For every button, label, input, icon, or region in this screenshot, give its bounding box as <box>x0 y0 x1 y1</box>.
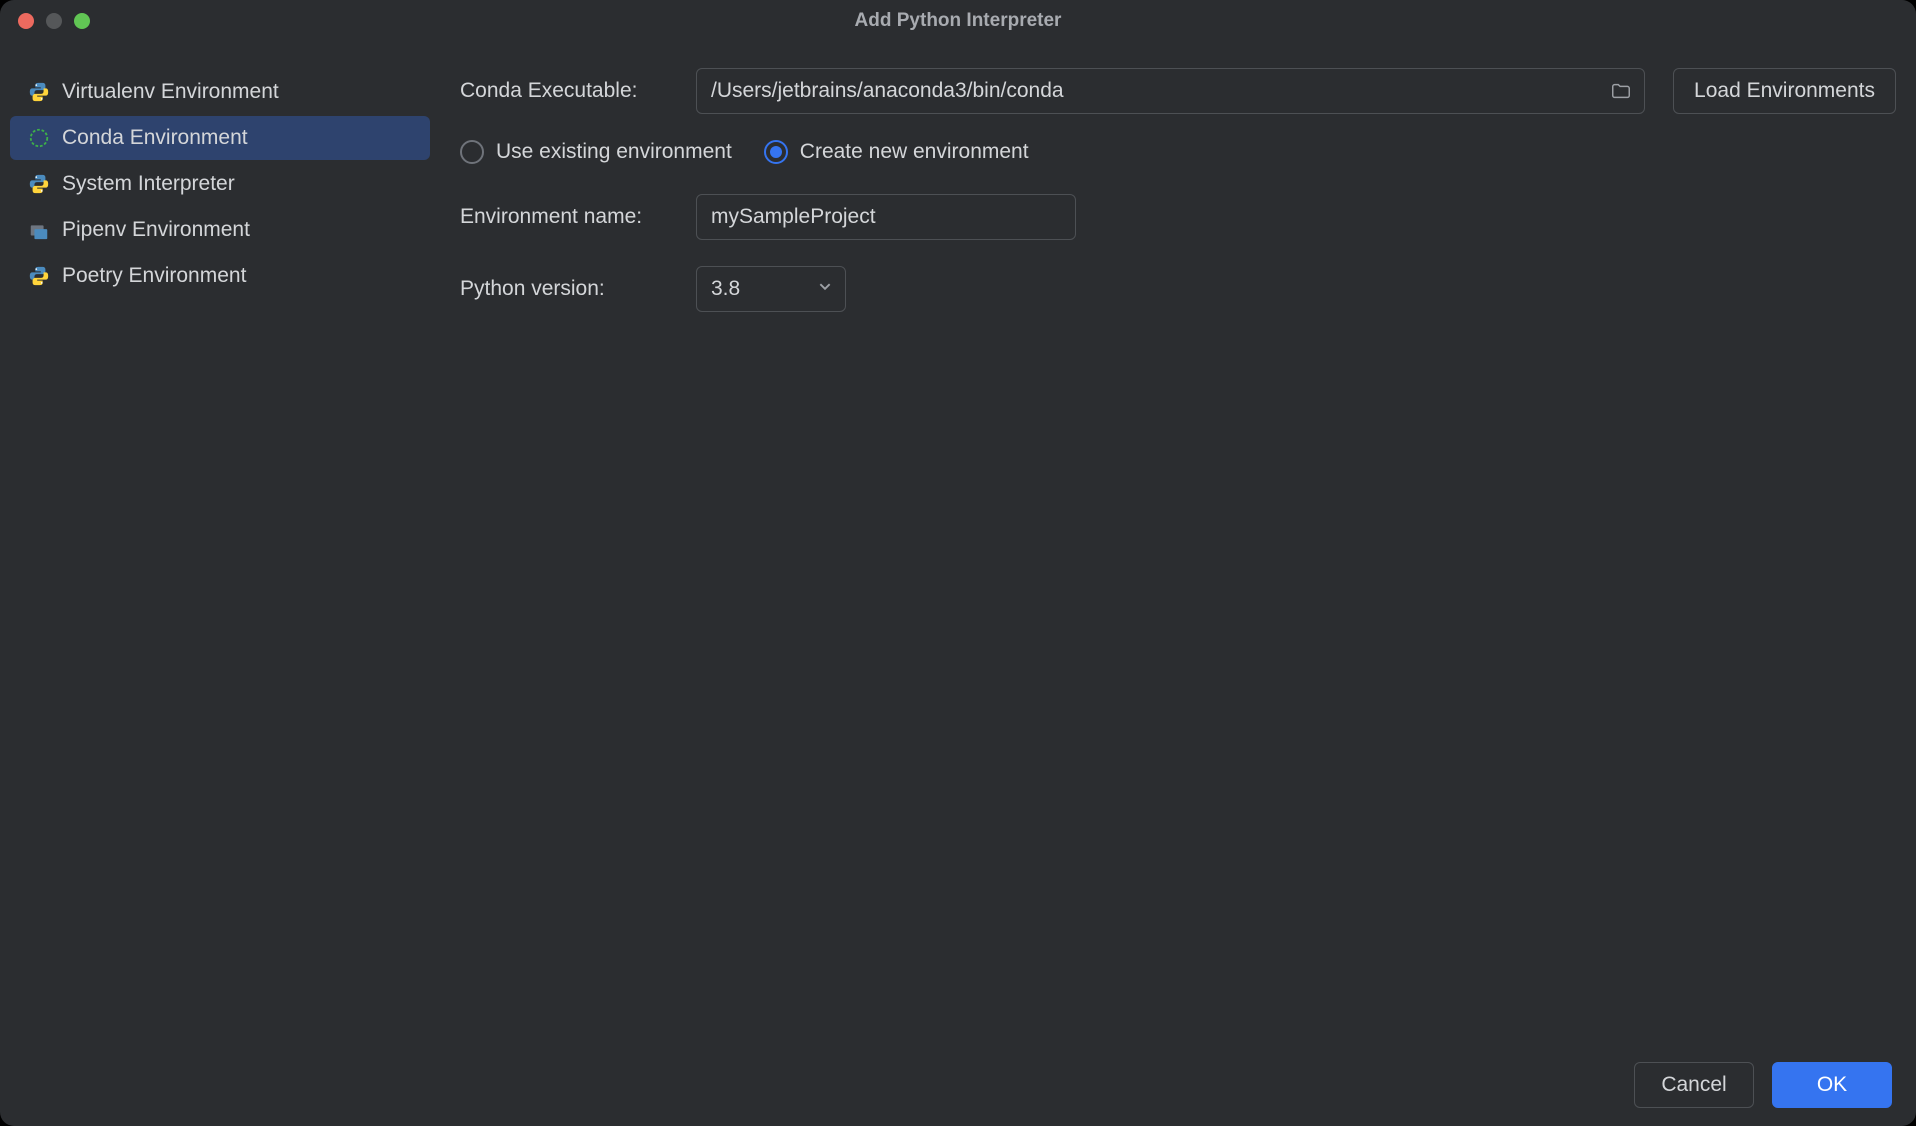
window-title: Add Python Interpreter <box>855 10 1062 32</box>
ok-button[interactable]: OK <box>1772 1062 1892 1108</box>
env-name-row: Environment name: <box>460 194 1896 240</box>
sidebar-item-label: Conda Environment <box>62 126 248 150</box>
cancel-button[interactable]: Cancel <box>1634 1062 1754 1108</box>
sidebar-item-poetry[interactable]: Poetry Environment <box>10 254 430 298</box>
python-icon <box>28 265 50 287</box>
python-version-label: Python version: <box>460 277 696 301</box>
python-version-row: Python version: <box>460 266 1896 312</box>
sidebar: Virtualenv Environment Conda Environment <box>10 52 430 1026</box>
env-mode-radio-group: Use existing environment Create new envi… <box>460 140 1896 164</box>
sidebar-item-system[interactable]: System Interpreter <box>10 162 430 206</box>
dialog-window: Add Python Interpreter Virtualenv Enviro… <box>0 0 1916 1126</box>
close-icon[interactable] <box>18 13 34 29</box>
titlebar: Add Python Interpreter <box>0 0 1916 42</box>
radio-label: Create new environment <box>800 140 1029 164</box>
env-name-label: Environment name: <box>460 205 696 229</box>
sidebar-item-label: Pipenv Environment <box>62 218 250 242</box>
sidebar-item-virtualenv[interactable]: Virtualenv Environment <box>10 70 430 114</box>
sidebar-item-label: Virtualenv Environment <box>62 80 279 104</box>
python-icon <box>28 173 50 195</box>
radio-label: Use existing environment <box>496 140 732 164</box>
sidebar-item-label: System Interpreter <box>62 172 235 196</box>
content: Virtualenv Environment Conda Environment <box>0 42 1916 1046</box>
sidebar-item-label: Poetry Environment <box>62 264 246 288</box>
minimize-icon[interactable] <box>46 13 62 29</box>
radio-create-new[interactable]: Create new environment <box>764 140 1029 164</box>
radio-icon <box>460 140 484 164</box>
radio-use-existing[interactable]: Use existing environment <box>460 140 732 164</box>
env-name-input[interactable] <box>696 194 1076 240</box>
conda-icon <box>28 127 50 149</box>
sidebar-item-pipenv[interactable]: Pipenv Environment <box>10 208 430 252</box>
load-environments-button[interactable]: Load Environments <box>1673 68 1896 114</box>
conda-executable-label: Conda Executable: <box>460 79 696 103</box>
python-version-value[interactable] <box>696 266 846 312</box>
python-version-select[interactable] <box>696 266 846 312</box>
folder-icon[interactable] <box>1609 79 1633 103</box>
sidebar-item-conda[interactable]: Conda Environment <box>10 116 430 160</box>
conda-executable-input-wrap <box>696 68 1645 114</box>
radio-icon <box>764 140 788 164</box>
conda-executable-input[interactable] <box>696 68 1645 114</box>
main-panel: Conda Executable: Load Environments Use … <box>460 52 1896 1026</box>
dialog-footer: Cancel OK <box>0 1046 1916 1126</box>
window-controls <box>18 13 90 29</box>
pipenv-icon <box>28 219 50 241</box>
maximize-icon[interactable] <box>74 13 90 29</box>
conda-executable-row: Conda Executable: Load Environments <box>460 68 1896 114</box>
python-icon <box>28 81 50 103</box>
